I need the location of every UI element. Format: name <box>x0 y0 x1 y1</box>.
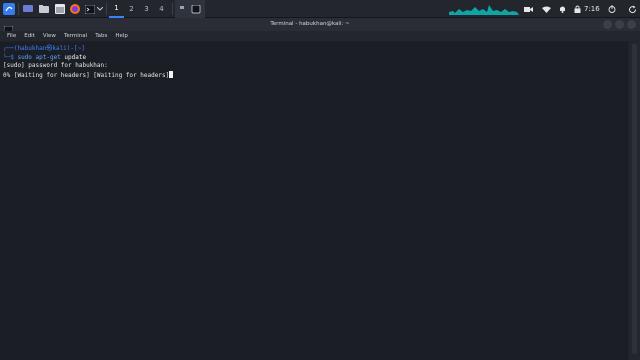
terminal-output[interactable]: ┌──(habukhan㉿kali)-[~] └─$ sudo apt-get … <box>0 42 628 360</box>
lock-icon[interactable] <box>572 0 582 18</box>
command-rest: update <box>60 53 87 61</box>
prompt-prefix: └─$ <box>3 53 18 61</box>
scrollbar[interactable] <box>629 42 640 360</box>
terminal-icon[interactable] <box>84 0 96 18</box>
terminal-task-icon <box>180 4 201 13</box>
close-button[interactable] <box>627 20 636 29</box>
workspace-2[interactable]: 2 <box>124 0 139 18</box>
files-icon[interactable] <box>38 0 50 18</box>
menu-view[interactable]: View <box>43 31 56 41</box>
menu-file[interactable]: File <box>7 31 16 41</box>
workspace-1[interactable]: 1 <box>109 0 124 18</box>
camera-icon[interactable] <box>522 0 534 18</box>
prompt-line-2: └─$ sudo apt-get update <box>3 54 625 63</box>
kali-menu-icon[interactable] <box>2 0 16 18</box>
scrollbar-thumb[interactable] <box>632 44 637 354</box>
minimize-button[interactable] <box>603 20 612 29</box>
command-sudo: sudo apt-get <box>17 53 61 61</box>
wifi-icon[interactable] <box>540 0 552 18</box>
menu-tabs[interactable]: Tabs <box>95 31 107 41</box>
terminal-window: Terminal - habukhan@kali: ~ File Edit Vi… <box>0 18 640 360</box>
window-title: Terminal - habukhan@kali: ~ <box>270 21 350 27</box>
menu-terminal[interactable]: Terminal <box>64 31 87 41</box>
output-progress: 0% [Waiting for headers] [Waiting for he… <box>3 71 170 79</box>
maximize-button[interactable] <box>615 20 624 29</box>
network-graph-icon <box>448 0 520 18</box>
clock[interactable]: 7:16 <box>584 0 600 18</box>
chevron-down-icon[interactable] <box>96 0 104 18</box>
workspace-4[interactable]: 4 <box>154 0 169 18</box>
prompt-line-1: ┌──(habukhan㉿kali)-[~] <box>3 45 85 52</box>
output-line-1: [sudo] password for habukhan: <box>3 62 108 69</box>
menu-help[interactable]: Help <box>115 31 128 41</box>
bell-icon[interactable] <box>557 0 567 18</box>
firefox-icon[interactable] <box>69 0 81 18</box>
titlebar[interactable]: Terminal - habukhan@kali: ~ <box>0 18 640 36</box>
power-icon[interactable] <box>607 0 617 18</box>
top-panel: 1 2 3 4 7:16 <box>0 0 640 18</box>
refresh-icon[interactable] <box>626 0 638 18</box>
desktop-icon[interactable] <box>22 0 34 18</box>
text-cursor <box>169 70 174 78</box>
menubar: File Edit View Terminal Tabs Help <box>0 31 640 41</box>
menu-edit[interactable]: Edit <box>24 31 35 41</box>
output-line-2: 0% [Waiting for headers] [Waiting for he… <box>3 70 625 80</box>
browser-icon[interactable] <box>54 0 66 18</box>
workspace-3[interactable]: 3 <box>139 0 154 18</box>
terminal-task-button[interactable] <box>175 0 205 18</box>
